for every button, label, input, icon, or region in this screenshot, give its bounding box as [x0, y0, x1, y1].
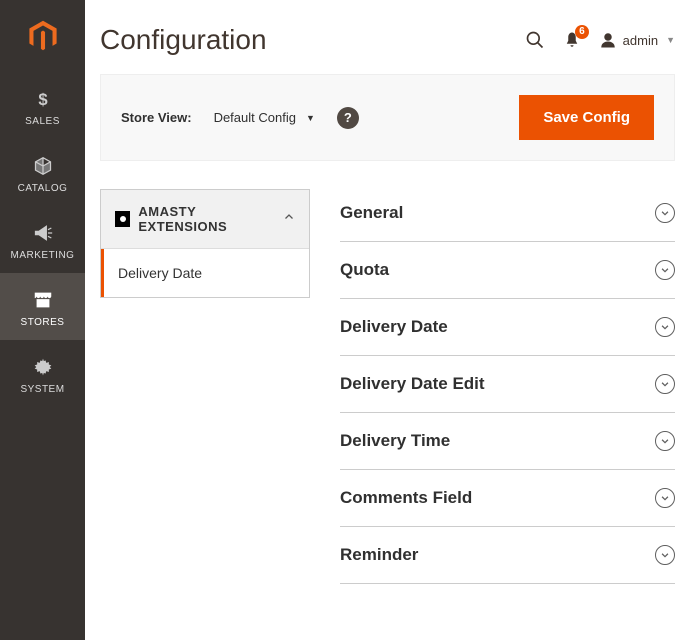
store-scope: Store View: Default Config ▼ ? [121, 107, 359, 129]
user-icon [599, 31, 617, 49]
config-subitem-delivery-date[interactable]: Delivery Date [101, 249, 309, 297]
config-content: AMASTY EXTENSIONS Delivery Date General … [100, 189, 675, 640]
amasty-logo-icon [115, 211, 130, 227]
gear-icon [33, 354, 53, 380]
page-header: Configuration 6 admin ▼ [100, 18, 675, 74]
expand-icon [655, 203, 675, 223]
store-view-select[interactable]: Default Config ▼ [214, 110, 315, 125]
store-view-label: Store View: [121, 110, 192, 125]
store-view-value: Default Config [214, 110, 296, 125]
section-quota[interactable]: Quota [340, 242, 675, 299]
expand-icon [655, 431, 675, 451]
caret-down-icon: ▼ [666, 35, 675, 45]
store-icon [32, 287, 54, 313]
box-icon [33, 153, 53, 179]
save-config-button[interactable]: Save Config [519, 95, 654, 140]
chevron-up-icon [283, 210, 295, 228]
main-area: Configuration 6 admin ▼ Store View: Defa… [85, 0, 690, 640]
section-comments-field[interactable]: Comments Field [340, 470, 675, 527]
search-button[interactable] [525, 30, 545, 50]
svg-text:$: $ [38, 90, 48, 109]
nav-stores[interactable]: STORES [0, 273, 85, 340]
megaphone-icon [33, 220, 53, 246]
config-group-title: AMASTY EXTENSIONS [115, 204, 283, 234]
notifications-button[interactable]: 6 [563, 31, 581, 49]
nav-label: CATALOG [18, 183, 68, 194]
header-actions: 6 admin ▼ [525, 30, 675, 50]
user-label: admin [623, 33, 658, 48]
nav-catalog[interactable]: CATALOG [0, 139, 85, 206]
expand-icon [655, 545, 675, 565]
section-reminder[interactable]: Reminder [340, 527, 675, 584]
user-menu[interactable]: admin ▼ [599, 31, 675, 49]
section-general[interactable]: General [340, 195, 675, 242]
expand-icon [655, 374, 675, 394]
nav-label: SALES [25, 116, 60, 127]
nav-marketing[interactable]: MARKETING [0, 206, 85, 273]
section-title: Quota [340, 260, 389, 280]
nav-sales[interactable]: $ SALES [0, 72, 85, 139]
config-group-label: AMASTY EXTENSIONS [138, 204, 283, 234]
config-nav: AMASTY EXTENSIONS Delivery Date [100, 189, 310, 298]
nav-label: STORES [21, 317, 65, 328]
expand-icon [655, 260, 675, 280]
section-delivery-date-edit[interactable]: Delivery Date Edit [340, 356, 675, 413]
expand-icon [655, 317, 675, 337]
config-group-amasty[interactable]: AMASTY EXTENSIONS [101, 190, 309, 249]
section-title: Reminder [340, 545, 418, 565]
section-title: Delivery Date [340, 317, 448, 337]
nav-system[interactable]: SYSTEM [0, 340, 85, 407]
section-title: Delivery Time [340, 431, 450, 451]
magento-logo[interactable] [0, 0, 85, 72]
search-icon [525, 30, 545, 50]
page-title: Configuration [100, 24, 267, 56]
section-delivery-time[interactable]: Delivery Time [340, 413, 675, 470]
help-button[interactable]: ? [337, 107, 359, 129]
nav-label: MARKETING [11, 250, 75, 261]
notifications-badge: 6 [575, 25, 589, 39]
nav-label: SYSTEM [20, 384, 64, 395]
config-sections: General Quota Delivery Date Delivery Dat… [340, 189, 675, 584]
expand-icon [655, 488, 675, 508]
config-toolbar: Store View: Default Config ▼ ? Save Conf… [100, 74, 675, 161]
admin-sidebar: $ SALES CATALOG MARKETING STORES SYSTEM [0, 0, 85, 640]
dollar-icon: $ [33, 86, 53, 112]
section-delivery-date[interactable]: Delivery Date [340, 299, 675, 356]
section-title: General [340, 203, 403, 223]
section-title: Delivery Date Edit [340, 374, 485, 394]
section-title: Comments Field [340, 488, 472, 508]
caret-down-icon: ▼ [306, 113, 315, 123]
